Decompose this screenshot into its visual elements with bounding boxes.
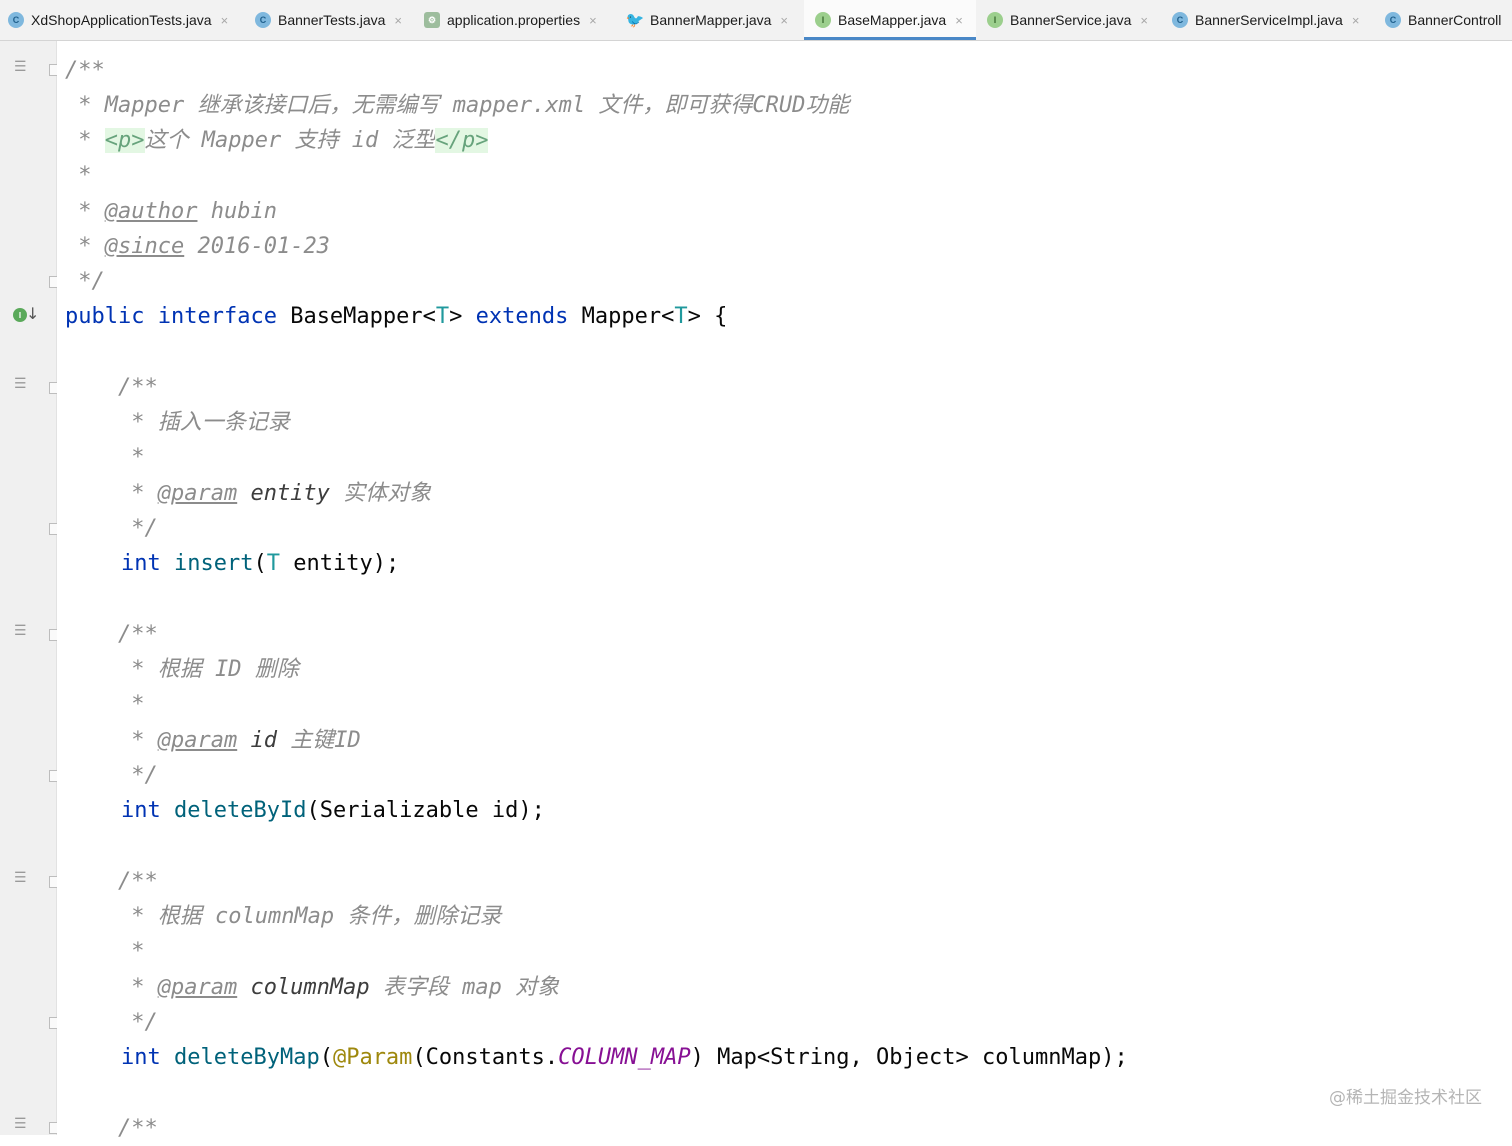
code-line: int deleteById(Serializable id); [121, 798, 545, 823]
rendered-doc-toggle-icon[interactable]: ☰ [14, 59, 27, 75]
code-line: int insert(T entity); [121, 551, 400, 576]
code-line: * <p>这个 Mapper 支持 id 泛型</p> [65, 128, 489, 153]
tab-label: BaseMapper.java [838, 12, 947, 28]
code-line: * @param entity 实体对象 [65, 481, 432, 506]
code-line: public interface BaseMapper<T> extends M… [65, 304, 728, 329]
code-line: * [65, 445, 145, 470]
code-line: * @param columnMap 表字段 map 对象 [65, 975, 560, 1000]
tab-bannermapper[interactable]: 🐦 BannerMapper.java × [625, 0, 788, 40]
close-icon[interactable]: × [780, 13, 788, 28]
rendered-doc-toggle-icon[interactable]: ☰ [14, 376, 27, 392]
tab-bannerservice[interactable]: I BannerService.java × [987, 0, 1148, 40]
mybatis-mapper-icon: 🐦 [625, 12, 645, 29]
close-icon[interactable]: × [589, 13, 597, 28]
code-line: /** [65, 869, 158, 894]
watermark: @稀土掘金技术社区 [1329, 1088, 1482, 1108]
tab-bannertests[interactable]: C BannerTests.java × [255, 0, 402, 40]
implemented-by-icon[interactable]: I [13, 308, 27, 322]
tab-label: BannerService.java [1010, 12, 1132, 28]
code-line: int deleteByMap(@Param(Constants.COLUMN_… [121, 1045, 1128, 1070]
code-editor[interactable]: /** * Mapper 继承该接口后，无需编写 mapper.xml 文件，即… [57, 41, 1512, 1141]
code-line: * Mapper 继承该接口后，无需编写 mapper.xml 文件，即可获得C… [65, 93, 850, 118]
tab-label: application.properties [447, 12, 581, 28]
code-line: /** [65, 622, 158, 647]
class-icon: C [1385, 12, 1401, 28]
close-icon[interactable]: × [394, 13, 402, 28]
code-line: /** [65, 58, 105, 83]
tab-label: BannerServiceImpl.java [1195, 12, 1343, 28]
rendered-doc-toggle-icon[interactable]: ☰ [14, 1116, 27, 1132]
tab-label: BannerTests.java [278, 12, 386, 28]
code-line: * @since 2016-01-23 [65, 234, 330, 259]
tab-application-properties[interactable]: ⚙ application.properties × [424, 0, 597, 40]
code-line: * [65, 692, 145, 717]
tab-bannercontroller[interactable]: C BannerControll [1385, 0, 1501, 40]
close-icon[interactable]: × [1140, 13, 1148, 28]
close-icon[interactable]: × [1352, 13, 1360, 28]
code-line: * @author hubin [65, 199, 277, 224]
code-line: */ [65, 1010, 158, 1035]
tab-label: BannerMapper.java [650, 12, 772, 28]
code-line: * [65, 939, 145, 964]
code-line: /** [65, 1116, 158, 1141]
code-line: * 插入一条记录 [65, 410, 290, 435]
editor-tab-bar: C XdShopApplicationTests.java × C Banner… [0, 0, 1512, 41]
code-line: * 根据 columnMap 条件，删除记录 [65, 904, 502, 929]
tab-label: BannerControll [1408, 12, 1502, 28]
tab-basemapper[interactable]: I BaseMapper.java × [804, 0, 976, 40]
interface-icon: I [987, 12, 1003, 28]
code-line: */ [65, 269, 105, 294]
navigate-down-arrow-icon[interactable]: ↓ [26, 304, 39, 323]
code-line: * @param id 主键ID [65, 728, 361, 753]
code-line: * 根据 ID 删除 [65, 657, 299, 682]
rendered-doc-toggle-icon[interactable]: ☰ [14, 623, 27, 639]
editor-gutter [0, 41, 57, 1135]
test-class-icon: C [8, 12, 24, 28]
close-icon[interactable]: × [221, 13, 229, 28]
code-line: * [65, 163, 92, 188]
properties-file-icon: ⚙ [424, 12, 440, 28]
code-line: */ [65, 763, 158, 788]
tab-xdshopapplicationtests[interactable]: C XdShopApplicationTests.java × [8, 0, 228, 40]
tab-label: XdShopApplicationTests.java [31, 12, 212, 28]
class-icon: C [1172, 12, 1188, 28]
tab-bannerserviceimpl[interactable]: C BannerServiceImpl.java × [1172, 0, 1359, 40]
test-class-icon: C [255, 12, 271, 28]
code-line: /** [65, 375, 158, 400]
interface-icon: I [815, 12, 831, 28]
code-line: */ [65, 516, 158, 541]
rendered-doc-toggle-icon[interactable]: ☰ [14, 870, 27, 886]
close-icon[interactable]: × [955, 13, 963, 28]
